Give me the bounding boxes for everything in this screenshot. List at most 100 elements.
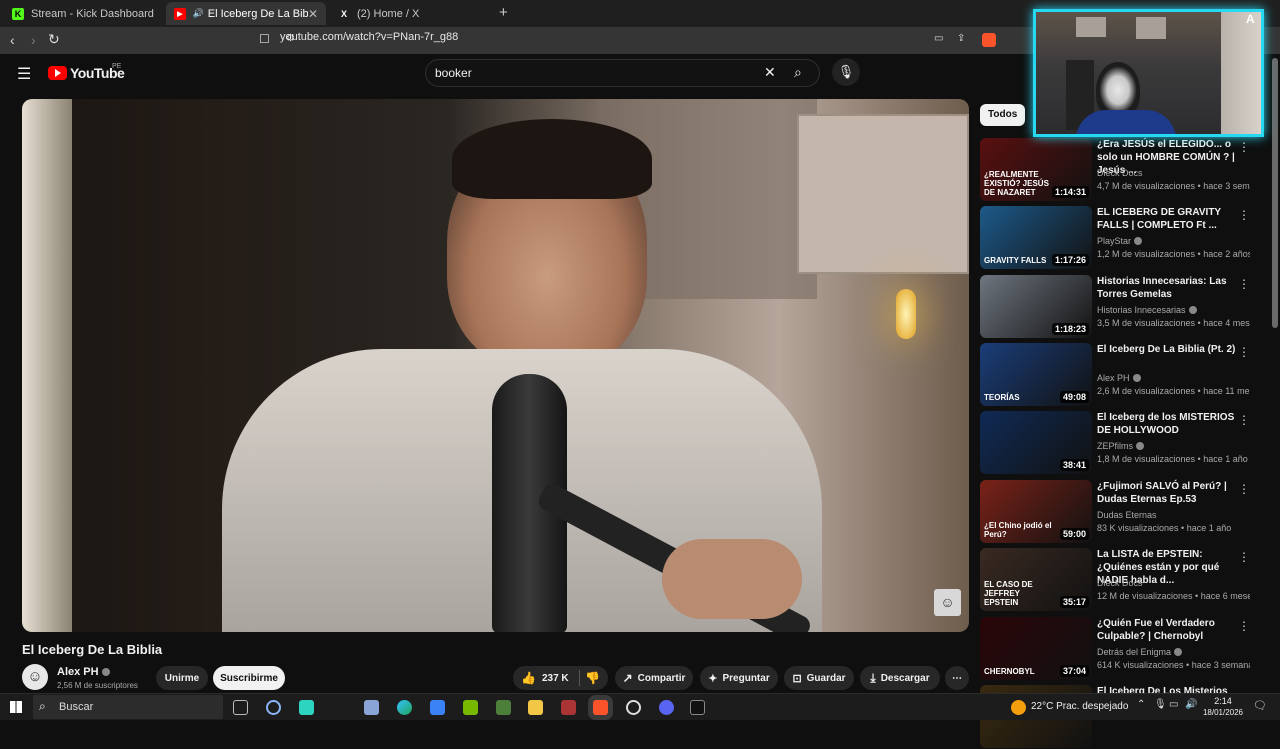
recommended-channel-text[interactable]: Historias Innecesarias bbox=[1097, 305, 1186, 315]
tray-overflow-icon[interactable]: ⌃ bbox=[1137, 699, 1145, 710]
windows-start-icon[interactable] bbox=[10, 701, 22, 713]
recommended-channel[interactable]: ZEPfilms bbox=[1097, 441, 1144, 451]
filter-chip-all[interactable]: Todos bbox=[980, 104, 1026, 126]
recommended-title[interactable]: El Iceberg de los MISTERIOS DE HOLLYWOOD bbox=[1097, 411, 1237, 437]
recommended-video[interactable]: EL CASO DE JEFFREY EPSTEIN 35:17 La LISTA … bbox=[980, 548, 1250, 612]
page-scrollbar[interactable] bbox=[1272, 58, 1278, 328]
recommended-channel[interactable]: PlayStar bbox=[1097, 236, 1143, 246]
game-icon[interactable] bbox=[496, 700, 511, 715]
mail-icon[interactable] bbox=[430, 700, 445, 715]
recommended-channel-text[interactable]: Dieck Docs bbox=[1097, 578, 1143, 588]
url-field[interactable]: youtube.com/watch?v=PNan-7r_g88 bbox=[280, 31, 458, 43]
volume-icon[interactable]: 🔊 bbox=[1185, 699, 1197, 710]
recommended-video[interactable]: GRAVITY FALLS 1:17:26 EL ICEBERG DE GRAVIT… bbox=[980, 206, 1250, 270]
brave-taskbar-icon[interactable] bbox=[593, 700, 608, 715]
subscribe-button[interactable]: Suscribirme bbox=[213, 666, 285, 690]
recommended-channel-text[interactable]: Alex PH bbox=[1097, 373, 1130, 383]
like-icon[interactable]: 👍 bbox=[521, 671, 536, 685]
recommended-title[interactable]: ¿Fujimori SALVÓ al Perú? | Dudas Eternas… bbox=[1097, 480, 1237, 506]
weather-icon[interactable] bbox=[1011, 700, 1026, 715]
task-view-icon[interactable] bbox=[233, 700, 248, 715]
discord-icon[interactable] bbox=[659, 700, 674, 715]
recommended-title[interactable]: El Iceberg De La Biblia (Pt. 2) bbox=[1097, 343, 1237, 356]
recommended-channel[interactable]: Dieck Docs bbox=[1097, 578, 1143, 588]
youtube-logo-icon[interactable] bbox=[48, 66, 67, 80]
more-options-icon[interactable]: ⋮ bbox=[1238, 550, 1250, 564]
dislike-icon[interactable]: 👎 bbox=[585, 671, 600, 685]
file-explorer-icon[interactable] bbox=[528, 700, 543, 715]
recommended-video[interactable]: ¿El Chino jodió el Perú? 59:00 ¿Fujimori S… bbox=[980, 480, 1250, 544]
search-icon[interactable]: ⌕ bbox=[794, 64, 802, 81]
video-thumbnail[interactable]: EL CASO DE JEFFREY EPSTEIN 35:17 bbox=[980, 548, 1092, 611]
mic-tray-icon[interactable]: 🎙 bbox=[1154, 699, 1167, 710]
video-thumbnail[interactable]: ¿El Chino jodió el Perú? 59:00 bbox=[980, 480, 1092, 543]
tab-x-home[interactable]: X (2) Home / X bbox=[330, 2, 490, 25]
search-input[interactable]: booker bbox=[435, 66, 472, 80]
recommended-title[interactable]: Historias Innecesarias: Las Torres Gemel… bbox=[1097, 275, 1237, 301]
more-options-icon[interactable]: ⋮ bbox=[1238, 345, 1250, 359]
recommended-channel[interactable]: Alex PH bbox=[1097, 373, 1141, 383]
video-thumbnail[interactable]: CHERNOBYL 37:04 bbox=[980, 617, 1092, 680]
new-tab-button[interactable]: + bbox=[499, 4, 508, 21]
save-button[interactable]: ⊡ Guardar bbox=[784, 666, 854, 690]
tab-kick-dashboard[interactable]: K Stream - Kick Dashboard bbox=[4, 2, 164, 25]
weather-text[interactable]: 22°C Prac. despejado bbox=[1031, 701, 1128, 712]
recommended-video[interactable]: 38:41 El Iceberg de los MISTERIOS DE HOLL… bbox=[980, 411, 1250, 475]
epic-games-icon[interactable] bbox=[690, 700, 705, 715]
bookmark-icon[interactable]: ☐ bbox=[259, 32, 270, 46]
recommended-video[interactable]: TEORÍAS 49:08 El Iceberg De La Biblia (Pt.… bbox=[980, 343, 1250, 407]
nvidia-icon[interactable] bbox=[463, 700, 478, 715]
video-thumbnail[interactable]: TEORÍAS 49:08 bbox=[980, 343, 1092, 406]
video-player[interactable]: ☺ bbox=[22, 99, 969, 632]
more-options-icon[interactable]: ⋮ bbox=[1238, 140, 1250, 154]
clock-date[interactable]: 18/01/2026 bbox=[1200, 708, 1246, 717]
like-count[interactable]: 237 K bbox=[542, 673, 569, 684]
recommended-video[interactable]: CHERNOBYL 37:04 ¿Quién Fue el Verdadero Cu… bbox=[980, 617, 1250, 681]
recommended-channel-text[interactable]: Detrás del Enigma bbox=[1097, 647, 1171, 657]
app-red-icon[interactable] bbox=[561, 700, 576, 715]
menu-icon[interactable]: ☰ bbox=[17, 64, 31, 84]
more-options-icon[interactable]: ⋮ bbox=[1238, 619, 1250, 633]
share-icon[interactable]: ⇪ bbox=[957, 33, 965, 44]
recommended-channel-text[interactable]: Dudas Eternas bbox=[1097, 510, 1157, 520]
video-thumbnail[interactable]: ¿REALMENTE EXISTIÓ? JESÚS DE NAZARET 1:14… bbox=[980, 138, 1092, 201]
channel-watermark-icon[interactable]: ☺ bbox=[934, 589, 961, 616]
voice-search-icon[interactable]: 🎙 bbox=[832, 58, 860, 86]
recommended-channel-text[interactable]: ZEPfilms bbox=[1097, 441, 1133, 451]
clock-time[interactable]: 2:14 bbox=[1205, 696, 1241, 706]
network-icon[interactable]: ▭ bbox=[1169, 699, 1178, 710]
recommended-title[interactable]: ¿Quién Fue el Verdadero Culpable? | Cher… bbox=[1097, 617, 1237, 643]
recommended-channel[interactable]: Historias Innecesarias bbox=[1097, 305, 1197, 315]
store-icon[interactable] bbox=[364, 700, 379, 715]
speaker-icon[interactable]: 🔊 bbox=[193, 8, 204, 19]
cast-icon[interactable]: ▭ bbox=[934, 33, 943, 44]
recommended-channel[interactable]: Detrás del Enigma bbox=[1097, 647, 1183, 657]
clear-search-icon[interactable]: ✕ bbox=[764, 64, 776, 81]
search-box[interactable]: booker ✕ ⌕ bbox=[425, 59, 820, 87]
join-button[interactable]: Unirme bbox=[156, 666, 208, 690]
recommended-channel-text[interactable]: PlayStar bbox=[1097, 236, 1131, 246]
forward-icon[interactable]: › bbox=[31, 32, 36, 48]
video-thumbnail[interactable]: 1:18:23 bbox=[980, 275, 1092, 338]
tab-youtube[interactable]: ▶ 🔊 El Iceberg De La Biblia - YouT ✕ bbox=[166, 2, 326, 25]
channel-avatar[interactable]: ☺ bbox=[22, 664, 48, 690]
channel-name-text[interactable]: Alex PH bbox=[57, 666, 99, 678]
speedtest-icon[interactable] bbox=[266, 700, 281, 715]
more-options-icon[interactable]: ⋮ bbox=[1238, 277, 1250, 291]
recommended-video[interactable]: ¿REALMENTE EXISTIÓ? JESÚS DE NAZARET 1:14… bbox=[980, 138, 1250, 202]
download-button[interactable]: ⤓ Descargar bbox=[860, 666, 940, 690]
brave-shield-icon[interactable] bbox=[982, 33, 996, 47]
more-options-icon[interactable]: ⋮ bbox=[1238, 482, 1250, 496]
recommended-channel[interactable]: Dieck Docs bbox=[1097, 168, 1143, 178]
channel-name[interactable]: Alex PH bbox=[57, 666, 110, 678]
notifications-icon[interactable]: 🗨 bbox=[1253, 699, 1267, 712]
recommended-channel[interactable]: Dudas Eternas bbox=[1097, 510, 1157, 520]
edge-icon[interactable] bbox=[397, 700, 412, 715]
video-thumbnail[interactable]: 38:41 bbox=[980, 411, 1092, 474]
reload-icon[interactable]: ↻ bbox=[48, 31, 60, 48]
video-thumbnail[interactable]: GRAVITY FALLS 1:17:26 bbox=[980, 206, 1092, 269]
recommended-title[interactable]: EL ICEBERG DE GRAVITY FALLS | COMPLETO F… bbox=[1097, 206, 1237, 232]
more-actions-icon[interactable]: ⋯ bbox=[945, 666, 969, 690]
recommended-video[interactable]: 1:18:23 Historias Innecesarias: Las Torre… bbox=[980, 275, 1250, 339]
app-teal-icon[interactable] bbox=[299, 700, 314, 715]
